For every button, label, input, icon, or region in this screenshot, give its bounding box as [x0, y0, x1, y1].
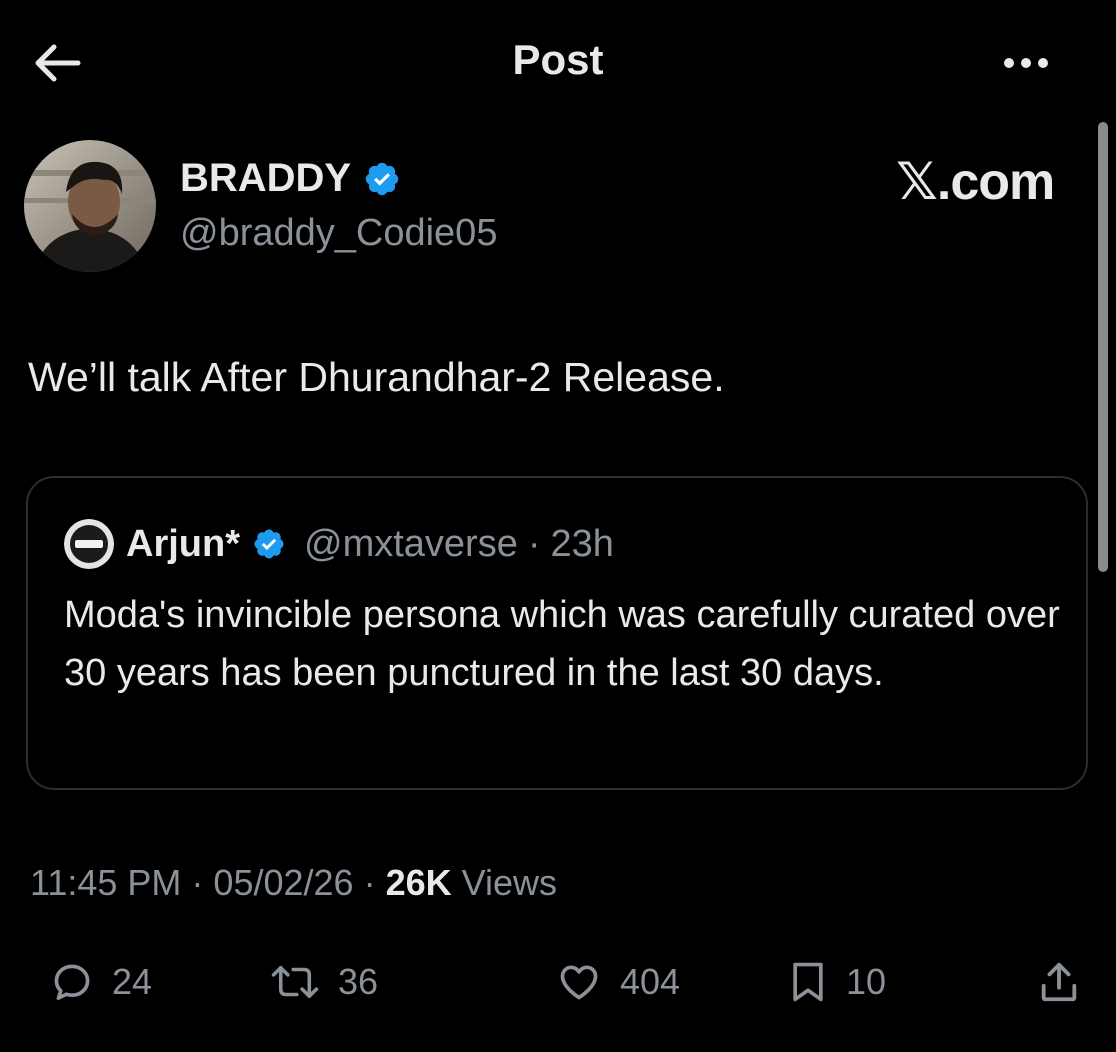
share-button[interactable] — [1036, 952, 1082, 1012]
quote-text: Moda's invincible persona which was care… — [64, 594, 1060, 694]
brand-watermark: 𝕏.com — [896, 153, 1055, 211]
bookmark-count: 10 — [846, 961, 887, 1002]
reply-count: 24 — [112, 961, 153, 1002]
repost-count: 36 — [338, 961, 379, 1002]
quote-author-handle[interactable]: @mxtaverse — [304, 523, 518, 566]
repost-button[interactable]: 36 — [270, 952, 378, 1012]
quote-timestamp[interactable]: 23h — [551, 523, 614, 566]
bookmark-icon — [793, 962, 823, 1002]
quoted-post-header: Arjun* @mxtaverse · 23h — [64, 518, 614, 570]
meta-separator: · — [191, 862, 204, 903]
meta-separator: · — [363, 862, 376, 903]
avatar[interactable] — [24, 140, 156, 272]
share-icon — [1041, 962, 1077, 1002]
like-button[interactable]: 404 — [556, 952, 680, 1012]
views-count[interactable]: 26K — [386, 862, 452, 904]
author-name: BRADDY — [180, 156, 352, 200]
post-date[interactable]: 05/02/26 — [213, 862, 353, 904]
scrollbar[interactable] — [1098, 122, 1108, 572]
more-button[interactable] — [1004, 48, 1070, 78]
quote-avatar[interactable] — [64, 519, 114, 569]
repost-icon — [271, 965, 319, 999]
reply-icon — [54, 964, 90, 1000]
page-title: Post — [512, 36, 604, 83]
post-meta: 11:45 PM · 05/02/26 · 26K Views — [30, 862, 557, 904]
quote-separator: · — [527, 522, 541, 565]
like-count: 404 — [620, 961, 681, 1002]
more-icon — [1004, 58, 1014, 68]
views-label: Views — [461, 862, 557, 903]
verified-badge-icon — [365, 162, 399, 195]
verified-badge-icon — [254, 529, 284, 559]
quote-author-name[interactable]: Arjun* — [126, 523, 240, 566]
post-time[interactable]: 11:45 PM — [30, 862, 181, 904]
author-handle[interactable]: @braddy_Codie05 — [180, 212, 497, 255]
like-icon — [560, 965, 598, 1000]
author-name-row[interactable]: BRADDY — [180, 156, 401, 201]
reply-button[interactable]: 24 — [50, 952, 152, 1012]
tweet-text: We’ll talk After Dhurandhar-2 Release. — [28, 354, 725, 400]
bookmark-button[interactable]: 10 — [788, 952, 886, 1012]
